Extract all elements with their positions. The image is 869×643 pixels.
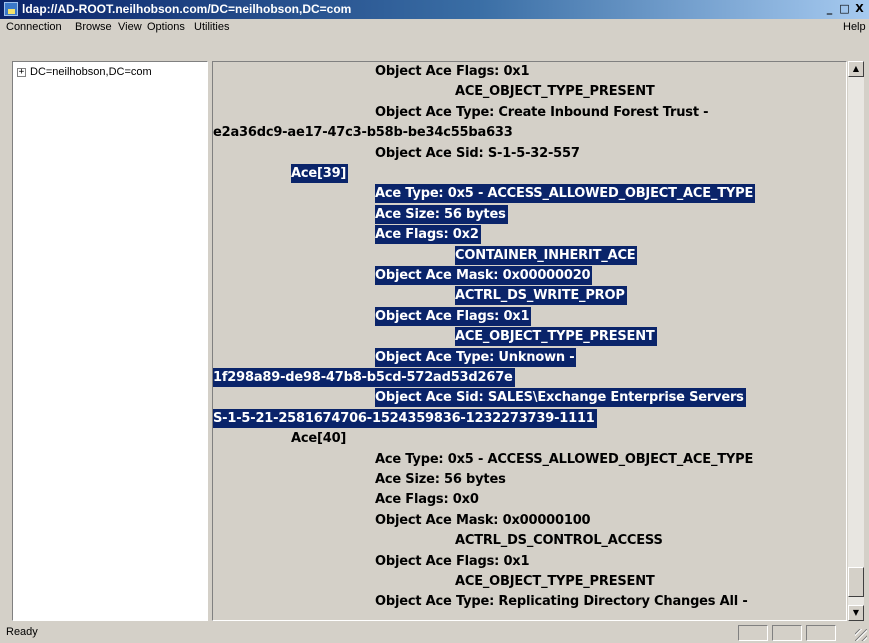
selected-detail-line[interactable]: Ace Size: 56 bytes [375,204,508,224]
detail-line[interactable]: Object Ace Type: Create Inbound Forest T… [375,103,709,122]
details-pane[interactable]: Object Ace Flags: 0x1 ACE_OBJECT_TYPE_PRE… [212,61,847,621]
selected-detail-line[interactable]: ACTRL_DS_WRITE_PROP [455,286,627,306]
detail-line[interactable]: e2a36dc9-ae17-47c3-b58b-be34c55ba633 [213,123,513,142]
menu-help[interactable]: Help [843,21,866,33]
selected-detail-line[interactable]: Object Ace Type: Unknown - [375,347,577,367]
detail-line[interactable]: Object Ace Sid: S-1-5-32-557 [375,144,580,163]
detail-line[interactable]: Object Ace Type: Replicating Directory C… [375,592,748,611]
menu-browse[interactable]: Browse [75,21,112,33]
menu-bar: Connection Browse View Options Utilities… [0,19,869,37]
menu-options[interactable]: Options [147,21,185,33]
selected-detail-line[interactable]: Ace Type: 0x5 - ACCESS_ALLOWED_OBJECT_AC… [375,184,756,204]
tree-node-root[interactable]: + DC=neilhobson,DC=com [17,66,152,78]
maximize-button[interactable]: □ [837,2,852,16]
menu-view[interactable]: View [118,21,142,33]
selected-detail-line[interactable]: ACE_OBJECT_TYPE_PRESENT [455,327,657,347]
detail-line[interactable]: Object Ace Mask: 0x00000100 [375,511,591,530]
status-panel [772,625,802,641]
menu-connection[interactable]: Connection [6,21,62,33]
detail-line[interactable]: Ace Flags: 0x0 [375,490,479,509]
window-controls: _ □ X [822,2,867,16]
detail-line[interactable]: Ace Type: 0x5 - ACCESS_ALLOWED_OBJECT_AC… [375,450,753,469]
detail-line[interactable]: Object Ace Flags: 0x1 [375,552,530,571]
detail-line[interactable]: ACE_OBJECT_TYPE_PRESENT [455,82,655,101]
detail-line[interactable]: ACE_OBJECT_TYPE_PRESENT [455,572,655,591]
status-text: Ready [6,626,38,638]
selected-detail-line[interactable]: Object Ace Sid: SALES\Exchange Enterpris… [375,388,746,408]
status-bar: Ready [0,622,869,643]
scroll-down-arrow-icon[interactable]: ▼ [848,605,864,621]
detail-line[interactable]: Ace Size: 56 bytes [375,470,506,489]
detail-line[interactable]: ACTRL_DS_CONTROL_ACCESS [455,531,663,550]
status-panel [738,625,768,641]
status-panel [806,625,836,641]
title-bar: ldap://AD-ROOT.neilhobson.com/DC=neilhob… [0,0,869,19]
selected-detail-line[interactable]: 1f298a89-de98-47b8-b5cd-572ad53d267e [213,368,515,387]
tree-node-label[interactable]: DC=neilhobson,DC=com [30,66,152,78]
detail-line[interactable]: Object Ace Flags: 0x1 [375,62,530,81]
selected-detail-line[interactable]: S-1-5-21-2581674706-1524359836-123227373… [213,408,597,428]
window-title: ldap://AD-ROOT.neilhobson.com/DC=neilhob… [22,2,352,16]
selected-detail-line[interactable]: Ace Flags: 0x2 [375,225,481,245]
tree-pane[interactable]: + DC=neilhobson,DC=com [12,61,208,621]
resize-grip-icon[interactable] [855,629,867,641]
close-button[interactable]: X [852,2,867,16]
selected-detail-line[interactable]: Object Ace Flags: 0x1 [375,306,532,326]
selected-detail-line[interactable]: Ace[39] [291,164,349,183]
selected-detail-line[interactable]: CONTAINER_INHERIT_ACE [455,245,638,265]
menu-utilities[interactable]: Utilities [194,21,229,33]
selected-detail-line[interactable]: Object Ace Mask: 0x00000020 [375,266,593,285]
scroll-up-arrow-icon[interactable]: ▲ [848,61,864,77]
expand-plus-icon[interactable]: + [17,67,26,77]
minimize-button[interactable]: _ [822,2,837,16]
vertical-scrollbar[interactable]: ▲ ▼ [848,61,864,621]
scroll-thumb[interactable] [848,567,864,597]
ldp-app-icon[interactable] [4,2,18,16]
detail-line[interactable]: Ace[40] [291,429,346,448]
